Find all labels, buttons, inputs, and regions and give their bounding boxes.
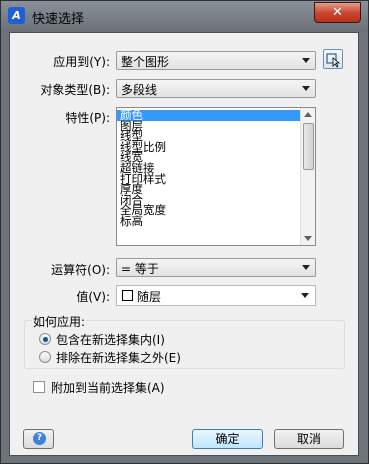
- apply-to-value: 整个图形: [121, 55, 170, 69]
- chevron-down-icon: [302, 265, 310, 270]
- property-item-linetype-scale[interactable]: 线型比例: [117, 141, 303, 153]
- property-item-layer[interactable]: 图层: [117, 120, 303, 132]
- operator-value: = 等于: [121, 262, 159, 276]
- apply-to-label: 应用到(Y):: [53, 55, 110, 69]
- select-objects-button[interactable]: [323, 49, 343, 69]
- scroll-thumb[interactable]: [303, 123, 314, 170]
- property-item-elevation[interactable]: 标高: [117, 215, 303, 227]
- property-item-color[interactable]: 颜色: [117, 109, 303, 121]
- quick-select-dialog: A 快速选择 ✕ 应用到(Y): 整个图形 对象类型(B): 多段线 特性(P)…: [0, 0, 369, 464]
- close-button[interactable]: ✕: [314, 2, 361, 23]
- object-type-label: 对象类型(B):: [40, 83, 110, 97]
- chevron-down-icon: [301, 293, 309, 298]
- properties-scrollbar[interactable]: [300, 108, 315, 245]
- value-select[interactable]: 随层: [116, 285, 316, 306]
- include-radio-label[interactable]: 包含在新选择集内(I): [56, 331, 165, 348]
- object-type-select[interactable]: 多段线: [116, 79, 316, 98]
- select-objects-icon: [326, 53, 341, 68]
- help-button[interactable]: ?: [23, 429, 54, 449]
- arrow-down-icon: [304, 236, 312, 241]
- property-item-plot-style[interactable]: 打印样式: [117, 173, 303, 185]
- exclude-radio-label[interactable]: 排除在新选择集之外(E): [56, 349, 181, 366]
- value-text: 随层: [137, 290, 162, 304]
- property-item-global-width[interactable]: 全局宽度: [117, 205, 303, 216]
- chevron-down-icon: [302, 58, 310, 63]
- properties-label: 特性(P):: [65, 111, 110, 125]
- operator-label: 运算符(O):: [51, 263, 110, 277]
- cancel-button[interactable]: 取消: [274, 429, 344, 449]
- title-bar[interactable]: A 快速选择 ✕: [1, 1, 368, 31]
- app-icon: A: [8, 7, 25, 24]
- append-checkbox[interactable]: [33, 381, 45, 393]
- arrow-up-icon: [304, 112, 312, 117]
- value-label: 值(V):: [76, 290, 110, 304]
- window-title: 快速选择: [32, 12, 85, 27]
- dialog-body: 应用到(Y): 整个图形 对象类型(B): 多段线 特性(P): 颜色 图层 线…: [9, 32, 359, 456]
- help-icon: ?: [33, 432, 46, 445]
- how-to-apply-title: 如何应用:: [32, 313, 87, 330]
- exclude-radio[interactable]: [39, 351, 51, 363]
- append-checkbox-label[interactable]: 附加到当前选择集(A): [51, 379, 165, 396]
- color-swatch: [122, 290, 133, 301]
- scroll-up-button[interactable]: [301, 108, 315, 121]
- properties-list[interactable]: 颜色 图层 线型 线型比例 线宽 超链接 打印样式 厚度 闭合 全局宽度 标高: [116, 107, 316, 246]
- include-radio[interactable]: [39, 333, 51, 345]
- apply-to-select[interactable]: 整个图形: [116, 51, 316, 70]
- operator-select[interactable]: = 等于: [116, 258, 316, 277]
- object-type-value: 多段线: [121, 83, 158, 97]
- scroll-down-button[interactable]: [301, 232, 315, 245]
- property-item-thickness[interactable]: 厚度: [117, 184, 303, 195]
- chevron-down-icon: [302, 86, 310, 91]
- ok-button[interactable]: 确定: [192, 429, 263, 449]
